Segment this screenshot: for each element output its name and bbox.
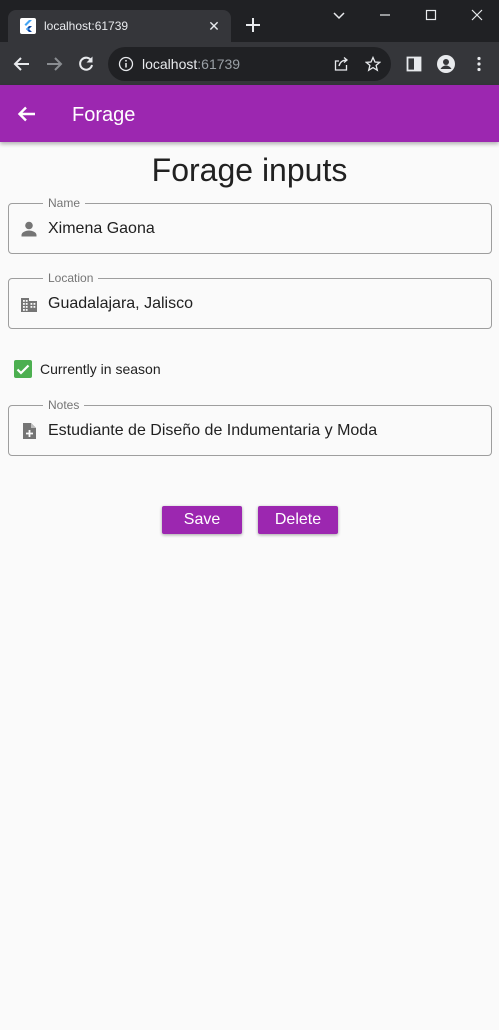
name-field[interactable]: Name Ximena Gaona: [8, 196, 492, 254]
location-input[interactable]: Guadalajara, Jalisco: [48, 294, 193, 314]
close-window-icon[interactable]: [467, 5, 487, 25]
flutter-icon: [20, 18, 36, 34]
browser-tab[interactable]: localhost:61739 ✕: [8, 10, 231, 42]
app-bar: Forage: [0, 85, 499, 142]
checkmark-icon: [16, 364, 30, 375]
delete-button[interactable]: Delete: [258, 506, 338, 534]
url-host: localhost: [142, 56, 198, 72]
page-title: Forage inputs: [151, 152, 348, 188]
side-panel-icon[interactable]: [404, 54, 424, 74]
new-tab-icon[interactable]: [243, 15, 263, 35]
maximize-icon[interactable]: [421, 5, 441, 25]
back-arrow-icon[interactable]: [16, 103, 38, 125]
tab-search-icon[interactable]: [329, 5, 349, 25]
building-icon: [21, 298, 37, 312]
close-tab-icon[interactable]: ✕: [205, 17, 223, 35]
address-bar[interactable]: localhost:61739: [108, 47, 391, 81]
save-button[interactable]: Save: [162, 506, 242, 534]
notes-field-label: Notes: [43, 398, 85, 412]
bookmark-star-icon[interactable]: [365, 56, 381, 72]
notes-input[interactable]: Estudiante de Diseño de Indumentaria y M…: [48, 421, 377, 441]
menu-more-icon[interactable]: [469, 54, 489, 74]
location-field-label: Location: [43, 271, 99, 285]
forward-icon[interactable]: [44, 54, 64, 74]
minimize-icon[interactable]: [375, 5, 395, 25]
back-icon[interactable]: [12, 54, 32, 74]
reload-icon[interactable]: [76, 54, 96, 74]
tab-title: localhost:61739: [44, 19, 129, 33]
share-icon[interactable]: [333, 56, 349, 72]
browser-toolbar: localhost:61739: [0, 42, 499, 85]
url-text: localhost:61739: [142, 56, 240, 72]
location-field[interactable]: Location Guadalajara, Jalisco: [8, 271, 492, 329]
name-input[interactable]: Ximena Gaona: [48, 219, 155, 239]
person-icon: [21, 221, 37, 237]
profile-icon[interactable]: [436, 54, 456, 74]
note-add-icon: [23, 423, 36, 439]
url-port: :61739: [197, 56, 241, 72]
site-info-icon[interactable]: [118, 56, 134, 72]
in-season-checkbox[interactable]: [14, 360, 32, 378]
in-season-label: Currently in season: [40, 361, 161, 377]
notes-field[interactable]: Notes Estudiante de Diseño de Indumentar…: [8, 398, 492, 456]
name-field-label: Name: [43, 196, 86, 210]
app-bar-title: Forage: [72, 104, 136, 126]
browser-tab-strip: localhost:61739 ✕: [0, 0, 499, 42]
